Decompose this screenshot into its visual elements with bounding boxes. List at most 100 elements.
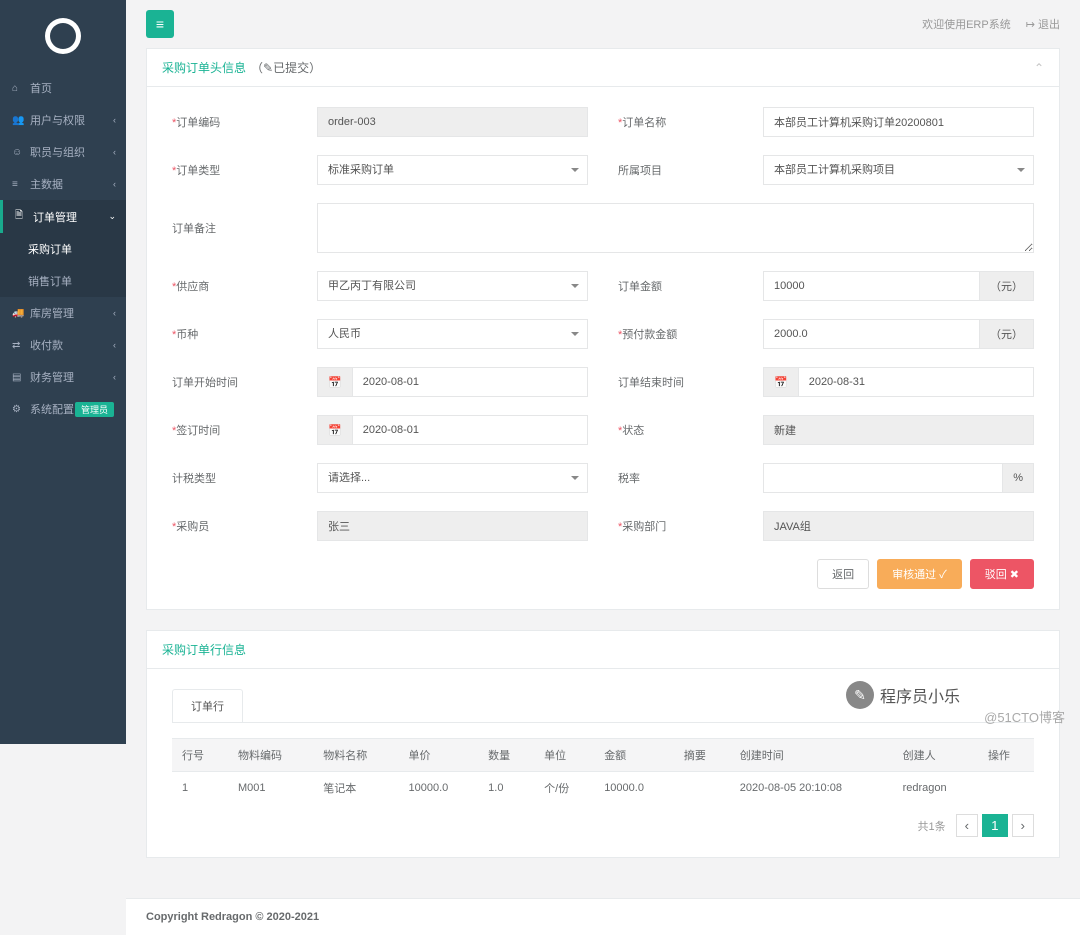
page-1[interactable]: 1 [982,814,1007,837]
sign-date-input[interactable] [352,415,588,445]
project-select[interactable]: 本部员工计算机采购项目 [763,155,1034,185]
order-code-input[interactable] [317,107,588,137]
nav-label: 收付款 [30,337,63,353]
sidebar-toggle-button[interactable]: ≡ [146,10,174,38]
label-state: *状态 [618,422,763,438]
calendar-icon[interactable]: 📅 [317,415,352,445]
chevron-icon: ‹ [113,147,116,157]
state-input [763,415,1034,445]
calendar-icon[interactable]: 📅 [763,367,798,397]
nav-icon: ≡ [12,179,24,190]
sidebar-item[interactable]: ⚙ 系统配置管理员 [0,393,126,425]
topbar: ≡ 欢迎使用ERP系统 ↦ 退出 [126,0,1080,48]
order-type-select[interactable]: 标准采购订单 [317,155,588,185]
tax-rate-input[interactable] [763,463,1003,493]
page-prev[interactable]: ‹ [956,814,978,837]
collapse-icon[interactable]: ⌃ [1034,61,1044,75]
table-header: 金额 [594,739,674,772]
admin-badge: 管理员 [75,402,114,417]
order-header-panel: 采购订单头信息 （✎已提交） ⌃ *订单编码 *订单名称 *订单类型标准采购订单… [146,48,1060,610]
avatar[interactable] [45,18,81,54]
nav-icon: ▤ [12,372,24,383]
sidebar-item[interactable]: ≡主数据‹ [0,168,126,200]
sidebar-item[interactable]: ⇄ 收付款 ‹ [0,329,126,361]
table-header: 创建人 [893,739,978,772]
label-prepay: *预付款金额 [618,326,763,342]
label-sign: *签订时间 [172,422,317,438]
nav-icon: ⇄ [12,340,24,351]
label-order-code: *订单编码 [172,114,317,130]
label-tax-rate: 税率 [618,470,763,486]
label-start: 订单开始时间 [172,374,317,390]
unit-percent: % [1003,463,1034,493]
sidebar-item[interactable]: ☺ 职员与组织 ‹ [0,136,126,168]
nav-icon: 👥 [12,115,24,126]
unit-yuan2: （元） [980,319,1034,349]
nav-icon: 🗎 [15,208,27,225]
prepay-input[interactable] [763,319,980,349]
table-header: 单价 [399,739,479,772]
footer: Copyright Redragon © 2020-2021 [126,898,1080,935]
nav-label: 财务管理 [30,369,74,385]
sidebar-item[interactable]: ⌂ 首页 [0,72,126,104]
chevron-icon: ‹ [113,115,116,125]
label-buyer: *采购员 [172,518,317,534]
supplier-select[interactable]: 甲乙丙丁有限公司 [317,271,588,301]
label-order-name: *订单名称 [618,114,763,130]
buyer-input[interactable] [317,511,588,541]
reject-button[interactable]: 驳回 ✖ [970,559,1034,589]
page-info: 共1条 [918,818,946,834]
pagination: 共1条 ‹ 1 › [172,814,1034,837]
nav-icon: ☺ [12,147,24,158]
welcome-text: 欢迎使用ERP系统 [922,16,1011,32]
label-end: 订单结束时间 [618,374,763,390]
chevron-icon: ⌄ [108,211,116,222]
nav-label: 系统配置 [30,401,74,417]
nav-label: 用户与权限 [30,112,85,128]
table-header: 摘要 [674,739,730,772]
amount-input[interactable] [763,271,980,301]
table-row[interactable]: 1M001笔记本10000.01.0个/份10000.02020-08-05 2… [172,772,1034,805]
nav-icon: ⌂ [12,83,24,94]
label-dept: *采购部门 [618,518,763,534]
sidebar-item[interactable]: 👥 用户与权限 ‹ [0,104,126,136]
sidebar-subitem[interactable]: 销售订单 [0,265,126,297]
nav-icon: ⚙ [12,404,24,415]
order-line-table: 行号物料编码物料名称单价数量单位金额摘要创建时间创建人操作 1M001笔记本10… [172,738,1034,804]
start-date-input[interactable] [352,367,588,397]
sidebar-item[interactable]: ▤ 财务管理 ‹ [0,361,126,393]
chevron-icon: ‹ [113,372,116,382]
dept-input [763,511,1034,541]
remark-textarea[interactable] [317,203,1034,253]
back-button[interactable]: 返回 [817,559,869,589]
label-project: 所属项目 [618,162,763,178]
table-header: 行号 [172,739,228,772]
chevron-icon: ‹ [113,308,116,318]
label-order-type: *订单类型 [172,162,317,178]
currency-select[interactable]: 人民币 [317,319,588,349]
nav-label: 主数据 [30,176,63,192]
approve-button[interactable]: 审核通过 ✓ [877,559,962,589]
panel-title: 采购订单头信息 [162,59,246,76]
tab-order-line[interactable]: 订单行 [172,689,243,722]
end-date-input[interactable] [798,367,1034,397]
nav-label: 职员与组织 [30,144,85,160]
nav-label: 库房管理 [30,305,74,321]
chevron-icon: ‹ [113,340,116,350]
sidebar-subitem[interactable]: 采购订单 [0,233,126,265]
page-next[interactable]: › [1012,814,1034,837]
nav-label: 订单管理 [33,209,77,225]
sidebar-item[interactable]: 🚚库房管理‹ [0,297,126,329]
table-header: 单位 [534,739,594,772]
label-amount: 订单金额 [618,278,763,294]
calendar-icon[interactable]: 📅 [317,367,352,397]
nav-label: 首页 [30,80,52,96]
logout-link[interactable]: ↦ 退出 [1026,16,1060,32]
sidebar-item[interactable]: 🗎 订单管理 ⌄ [0,200,126,233]
unit-yuan: （元） [980,271,1034,301]
table-header: 物料编码 [228,739,313,772]
tax-type-select[interactable]: 请选择... [317,463,588,493]
order-name-input[interactable] [763,107,1034,137]
label-tax-type: 计税类型 [172,470,317,486]
table-header: 操作 [978,739,1034,772]
